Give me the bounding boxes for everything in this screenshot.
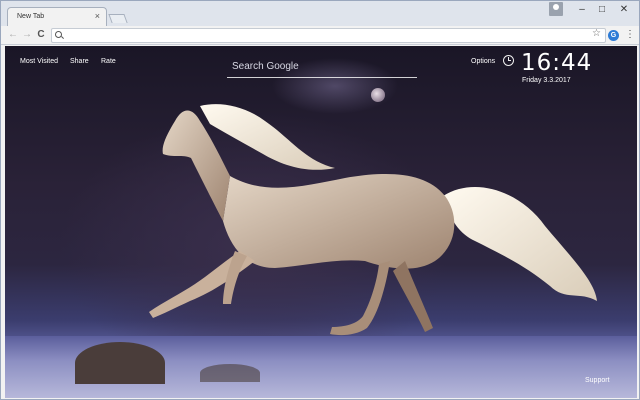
maximize-button[interactable]: □ — [592, 3, 612, 17]
forward-button[interactable]: → — [20, 28, 34, 42]
search-box[interactable] — [227, 56, 417, 78]
browser-window: New Tab × – □ ✕ ← → C ☆ G ⋮ Most Visited… — [0, 0, 640, 400]
most-visited-link[interactable]: Most Visited — [20, 58, 58, 65]
new-tab-page: Most Visited Share Rate Options 16:44 Fr… — [5, 46, 637, 398]
extension-icon[interactable]: G — [608, 30, 619, 41]
minimize-button[interactable]: – — [572, 3, 592, 17]
clock-icon[interactable] — [503, 55, 514, 66]
rate-link[interactable]: Rate — [101, 58, 116, 65]
share-link[interactable]: Share — [70, 58, 89, 65]
horse-image — [149, 104, 597, 336]
tab-close-icon[interactable]: × — [95, 12, 100, 21]
clock-date: Friday 3.3.2017 — [522, 77, 571, 84]
menu-icon[interactable]: ⋮ — [625, 29, 635, 41]
close-window-button[interactable]: ✕ — [614, 3, 634, 17]
browser-toolbar: ← → C ☆ G ⋮ — [1, 26, 639, 45]
title-bar: New Tab × – □ ✕ — [1, 1, 639, 27]
options-link[interactable]: Options — [471, 58, 495, 65]
profile-icon[interactable] — [549, 2, 563, 16]
tab-title: New Tab — [17, 13, 45, 20]
clock-time: 16:44 — [521, 50, 593, 76]
star-icon[interactable]: ☆ — [592, 28, 601, 39]
back-button[interactable]: ← — [6, 28, 20, 42]
tab-new-tab[interactable]: New Tab × — [7, 7, 107, 27]
search-input[interactable] — [227, 57, 417, 76]
reload-button[interactable]: C — [34, 28, 48, 42]
search-icon — [55, 31, 62, 38]
address-bar[interactable]: ☆ — [51, 28, 606, 43]
address-input[interactable] — [68, 30, 578, 41]
new-tab-button[interactable] — [108, 14, 128, 23]
support-link[interactable]: Support — [585, 377, 610, 384]
